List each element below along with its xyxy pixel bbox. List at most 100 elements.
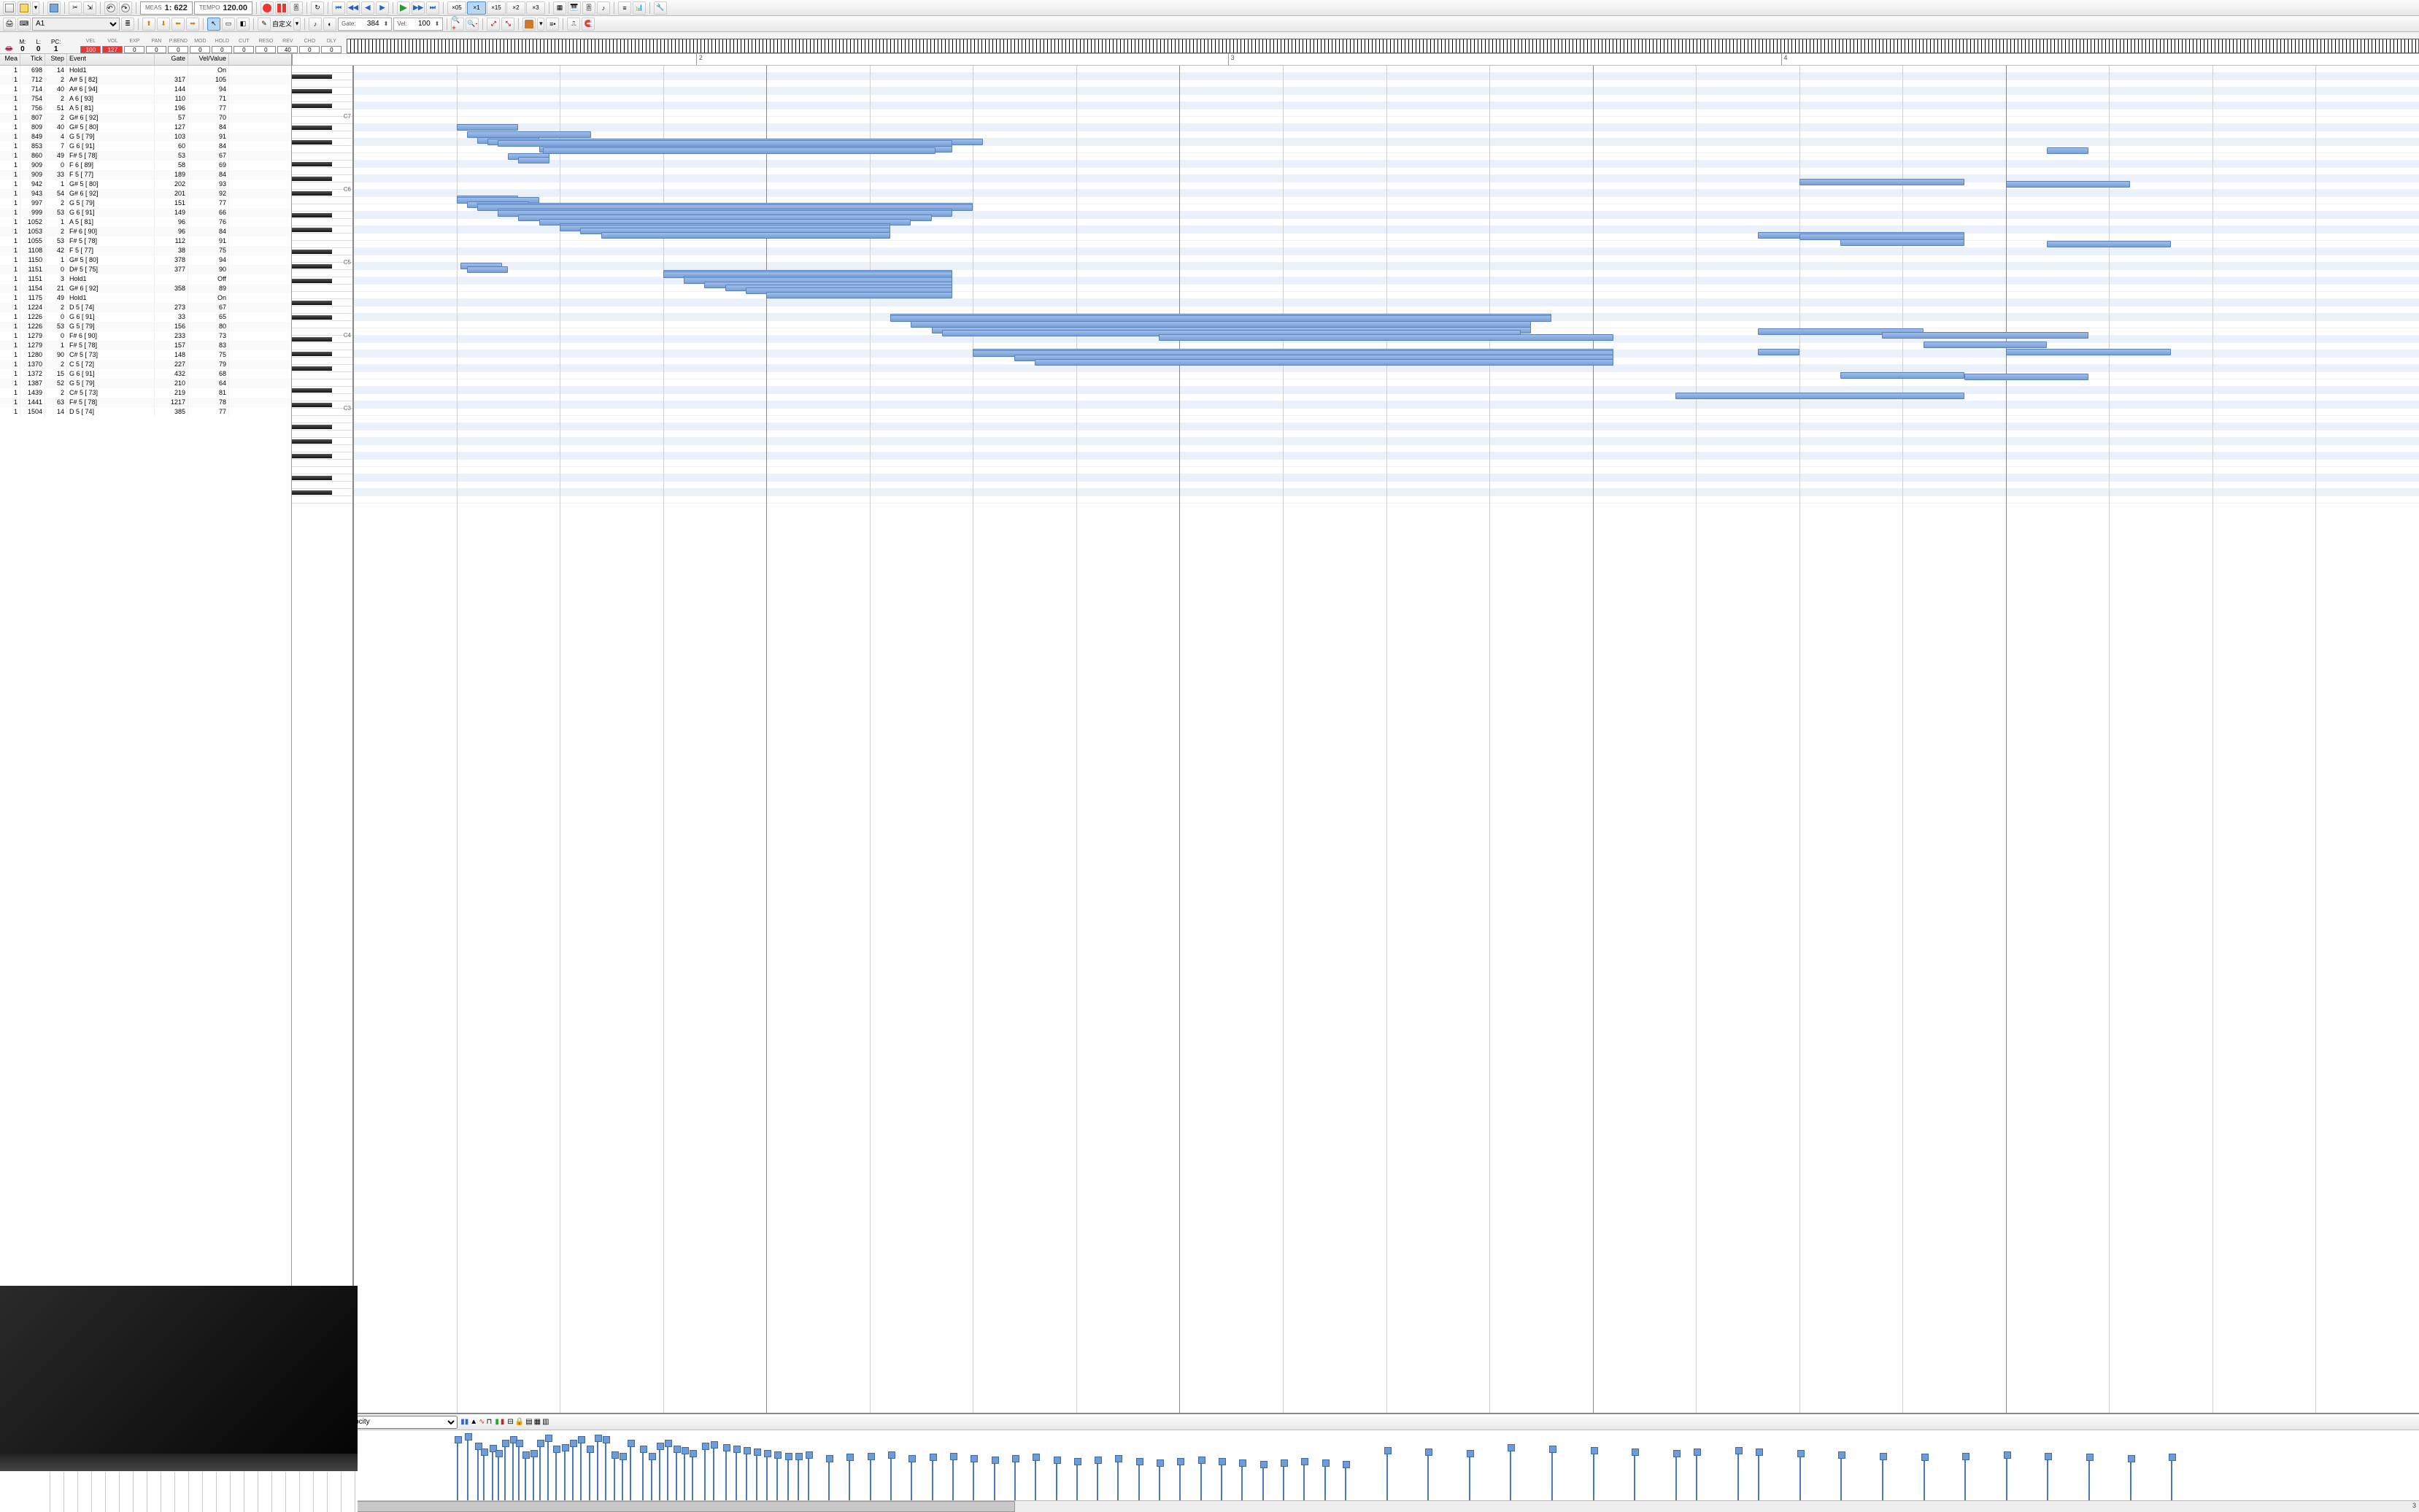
param-dly[interactable]: DLY0 (320, 39, 342, 53)
velocity-stick[interactable] (713, 1444, 714, 1500)
record-mode-button[interactable]: 🎚 (290, 1, 303, 15)
list-row[interactable]: 19421G# 5 [ 80]20293 (0, 180, 291, 189)
midi-note[interactable] (1964, 374, 2088, 380)
velocity-stick[interactable] (684, 1450, 685, 1500)
velocity-stick[interactable] (808, 1454, 809, 1500)
velocity-stick[interactable] (622, 1456, 623, 1500)
window-mixer-button[interactable]: 🎚 (582, 1, 595, 15)
param-pan[interactable]: PAN0 (145, 39, 167, 53)
select-tool[interactable]: ▭ (222, 18, 235, 31)
velocity-stick[interactable] (1840, 1454, 1842, 1500)
list-row[interactable]: 1144163F# 5 [ 78]121778 (0, 398, 291, 407)
list-row[interactable]: 1122653G 5 [ 79]15680 (0, 322, 291, 331)
param-collapse-button[interactable]: 👄 (4, 45, 13, 53)
velocity-stick[interactable] (539, 1443, 541, 1500)
velocity-stick[interactable] (676, 1449, 677, 1500)
list-row[interactable]: 175651A 5 [ 81]19677 (0, 104, 291, 113)
list-row[interactable]: 199953G 6 [ 91]14966 (0, 208, 291, 217)
velocity-stick[interactable] (692, 1453, 693, 1500)
ctrl-bars-view[interactable]: ▮▮ (460, 1418, 468, 1426)
list-row[interactable]: 17122A# 5 [ 82]317105 (0, 75, 291, 85)
velocity-stick[interactable] (1427, 1451, 1429, 1500)
velocity-stick[interactable] (2006, 1454, 2007, 1500)
erase-tool[interactable]: ◧ (236, 18, 250, 31)
velocity-stick[interactable] (512, 1439, 514, 1500)
col-tick[interactable]: Tick (20, 54, 45, 65)
velocity-stick[interactable] (605, 1439, 606, 1500)
list-row[interactable]: 169814Hold1On (0, 66, 291, 75)
velocity-stick[interactable] (1924, 1457, 1925, 1500)
list-row[interactable]: 1128090C# 5 [ 73]14875 (0, 350, 291, 360)
param-exp[interactable]: EXP0 (123, 39, 145, 53)
list-row[interactable]: 18072G# 6 [ 92]5770 (0, 113, 291, 123)
velocity-stick[interactable] (1551, 1449, 1553, 1500)
event-list-button[interactable]: ≣ (121, 18, 134, 31)
ctrl-green-marker[interactable]: ▮ (495, 1418, 499, 1426)
list-row[interactable]: 1105553F# 5 [ 78]11291 (0, 236, 291, 246)
midi-note[interactable] (1035, 359, 1613, 366)
list-row[interactable]: 1115421G# 6 [ 92]35889 (0, 284, 291, 293)
velocity-stick[interactable] (483, 1451, 485, 1500)
velocity-stick[interactable] (1283, 1462, 1284, 1500)
new-button[interactable] (3, 1, 16, 15)
velocity-stick[interactable] (870, 1456, 871, 1500)
velocity-stick[interactable] (952, 1456, 954, 1500)
ctrl-tool-d[interactable]: ▦ (534, 1418, 541, 1426)
window-graph-button[interactable]: 📊 (633, 1, 646, 15)
list-row[interactable]: 110532F# 6 [ 90]9684 (0, 227, 291, 236)
velocity-stick[interactable] (1675, 1453, 1677, 1500)
velocity-stick[interactable] (1097, 1459, 1098, 1500)
list-row[interactable]: 190933F 5 [ 77]18984 (0, 170, 291, 180)
midi-note[interactable] (1159, 334, 1613, 341)
goto-end-button[interactable]: ⏭ (426, 1, 439, 15)
metronome-button[interactable] (522, 18, 536, 31)
velocity-stick[interactable] (1758, 1451, 1759, 1500)
timeline-ruler[interactable]: 234 (292, 54, 2419, 66)
velocity-stick[interactable] (766, 1453, 768, 1500)
velocity-stick[interactable] (1014, 1458, 1016, 1500)
param-rev[interactable]: REV40 (277, 39, 298, 53)
zoom-in-h-button[interactable]: 🔍+ (451, 18, 464, 31)
ctrl-tool-a[interactable]: ⊟ (507, 1418, 513, 1426)
magnet-button[interactable]: 🧲 (582, 18, 595, 31)
export-button[interactable]: ⇲ (83, 1, 96, 15)
redo-button[interactable]: ↷ (119, 1, 132, 15)
velocity-stick[interactable] (798, 1456, 799, 1500)
velocity-stick[interactable] (564, 1447, 566, 1500)
midi-note[interactable] (1924, 342, 2048, 348)
velocity-stick[interactable] (1469, 1453, 1470, 1500)
velocity-stick[interactable] (973, 1458, 974, 1500)
midi-note[interactable] (766, 292, 952, 298)
velocity-stick[interactable] (2088, 1457, 2090, 1500)
velocity-stick[interactable] (1345, 1464, 1346, 1500)
velocity-stick[interactable] (630, 1443, 631, 1500)
ctrl-tool-e[interactable]: ▥ (542, 1418, 549, 1426)
record-pause-button[interactable] (275, 1, 288, 15)
list-row[interactable]: 113702C 5 [ 72]22779 (0, 360, 291, 369)
list-row[interactable]: 171440A# 6 [ 94]14494 (0, 85, 291, 94)
velocity-stick[interactable] (2171, 1457, 2172, 1500)
velocity-stick[interactable] (2047, 1456, 2048, 1500)
list-row[interactable]: 111513Hold1Off (0, 274, 291, 284)
list-row[interactable]: 17542A 6 [ 93]11071 (0, 94, 291, 104)
list-row[interactable]: 1137215G 6 [ 91]43268 (0, 369, 291, 379)
list-row[interactable]: 111510D# 5 [ 75]37790 (0, 265, 291, 274)
midi-note[interactable] (2006, 349, 2171, 355)
scroll-up-button[interactable]: ⬆ (142, 18, 155, 31)
list-row[interactable]: 114392C# 5 [ 73]21981 (0, 388, 291, 398)
list-row[interactable]: 111501G# 5 [ 80]37894 (0, 255, 291, 265)
device-button[interactable]: ⌨ (18, 18, 31, 31)
velocity-stick[interactable] (1076, 1461, 1078, 1500)
velocity-stick[interactable] (1696, 1451, 1697, 1500)
draw-tool[interactable]: ✎ (258, 18, 271, 31)
midi-note[interactable] (1882, 332, 2088, 339)
param-vol[interactable]: VOL127 (101, 39, 123, 53)
velocity-stick[interactable] (1737, 1450, 1739, 1500)
horizontal-scrollbar[interactable]: 3 (292, 1500, 2419, 1512)
velocity-stick[interactable] (994, 1459, 995, 1500)
loop-button[interactable]: ↻ (311, 1, 324, 15)
velocity-stick[interactable] (1138, 1461, 1140, 1500)
mini-keyboard[interactable] (347, 39, 2419, 53)
zoom-×3[interactable]: ×3 (526, 1, 545, 15)
velocity-stick[interactable] (667, 1443, 668, 1500)
